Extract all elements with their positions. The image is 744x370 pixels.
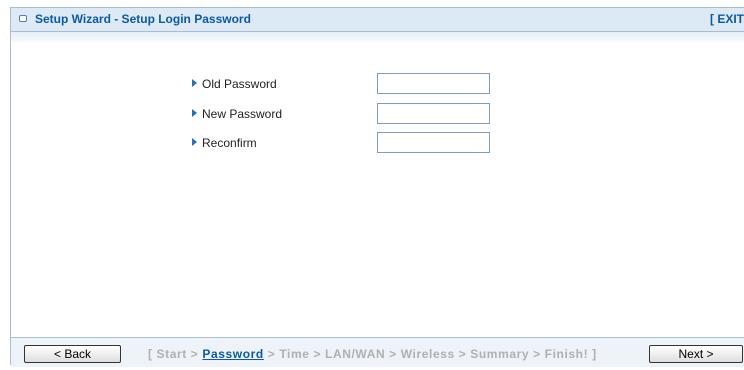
step-password[interactable]: Password: [202, 347, 264, 361]
step-wireless: Wireless: [400, 347, 455, 361]
step-separator: >: [309, 347, 326, 361]
exit-link[interactable]: [ EXIT: [710, 12, 744, 26]
steps-open-bracket: [: [148, 347, 157, 361]
reconfirm-input[interactable]: [377, 132, 490, 153]
step-separator: >: [186, 347, 203, 361]
back-button[interactable]: < Back: [24, 345, 121, 363]
old-password-label: Old Password: [202, 77, 277, 91]
bullet-arrow-icon: [192, 79, 197, 87]
step-lan-wan: LAN/WAN: [325, 347, 386, 361]
bullet-arrow-icon: [192, 138, 197, 146]
step-finish: Finish!: [544, 347, 589, 361]
step-separator: >: [385, 347, 401, 361]
new-password-input[interactable]: [377, 103, 490, 124]
reconfirm-label: Reconfirm: [202, 136, 257, 150]
step-separator: >: [263, 347, 280, 361]
wizard-frame: Setup Wizard - Setup Login Password [ EX…: [10, 7, 744, 367]
title-subbar: [11, 32, 744, 42]
step-start: Start: [156, 347, 187, 361]
wizard-steps: [ Start > Password > Time > LAN/WAN > Wi…: [148, 347, 597, 361]
step-summary: Summary: [470, 347, 530, 361]
page-title: Setup Wizard - Setup Login Password: [35, 12, 251, 26]
step-time: Time: [279, 347, 310, 361]
bullet-arrow-icon: [192, 109, 197, 117]
step-separator: >: [529, 347, 545, 361]
window-icon: [19, 15, 27, 22]
wizard-footer: < Back [ Start > Password > Time > LAN/W…: [11, 337, 744, 367]
next-button[interactable]: Next >: [649, 345, 743, 363]
old-password-input[interactable]: [377, 73, 490, 94]
step-separator: >: [454, 347, 471, 361]
title-bar: Setup Wizard - Setup Login Password [ EX…: [11, 8, 744, 32]
new-password-label: New Password: [202, 107, 283, 121]
steps-close-bracket: ]: [588, 347, 597, 361]
